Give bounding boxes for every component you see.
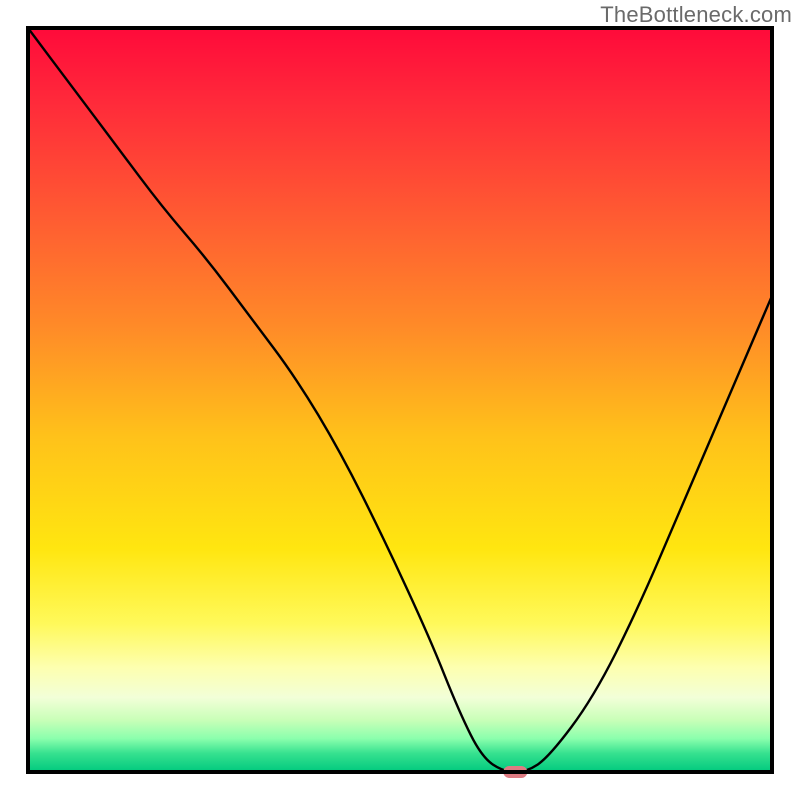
gradient-fill: [28, 28, 772, 772]
plot-area: [28, 28, 772, 778]
chart-stage: TheBottleneck.com: [0, 0, 800, 800]
watermark-label: TheBottleneck.com: [600, 2, 792, 28]
chart-svg: [0, 0, 800, 800]
